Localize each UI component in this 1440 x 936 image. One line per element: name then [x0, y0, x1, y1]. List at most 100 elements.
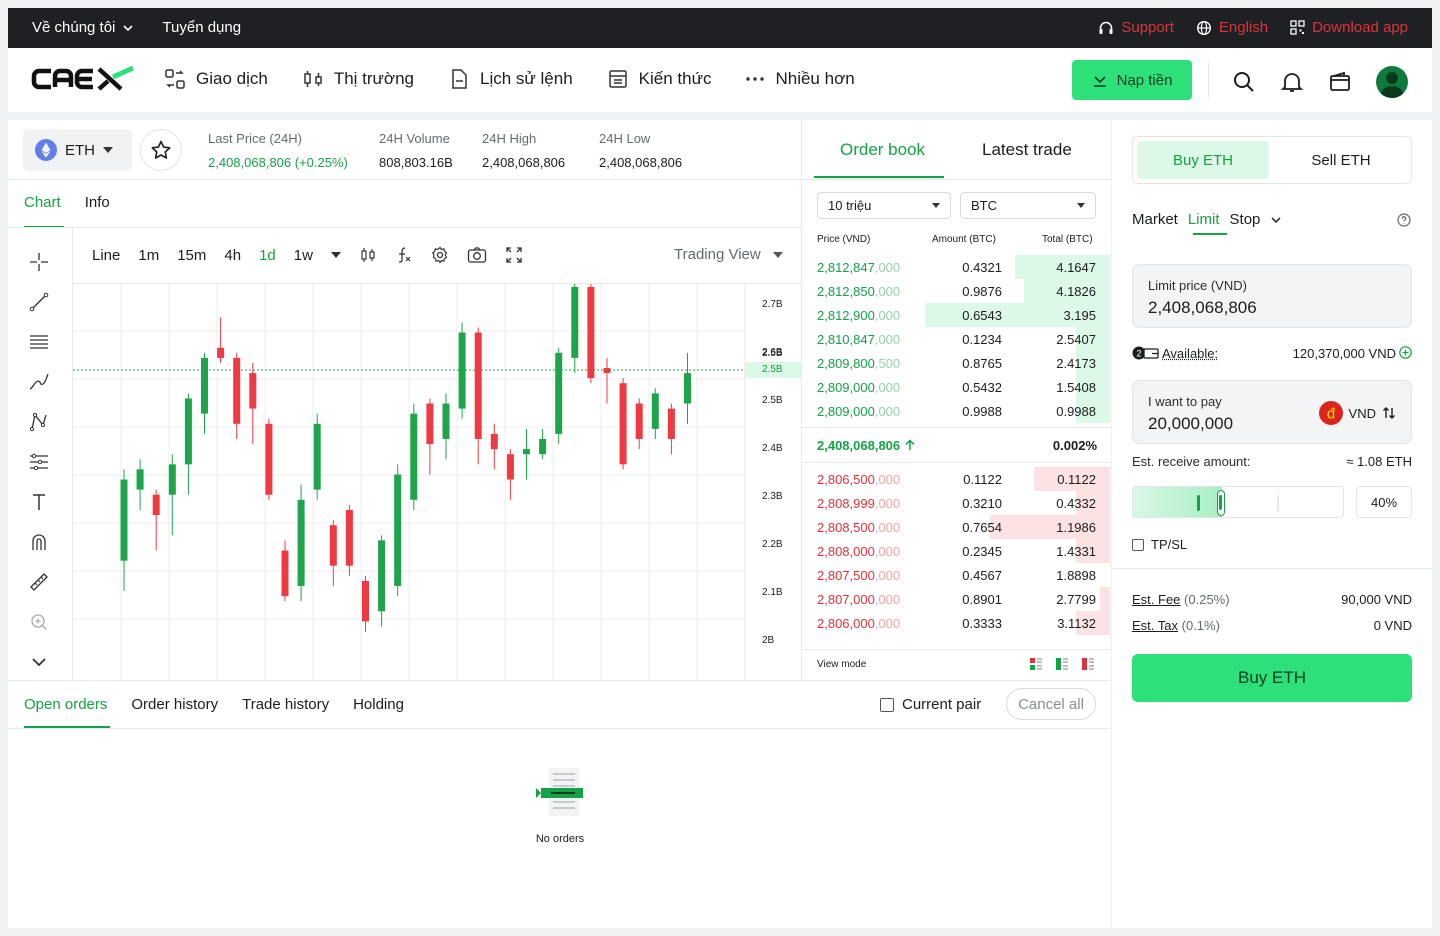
candle[interactable]	[168, 464, 176, 495]
order-book-row[interactable]: 2,809,000,000 0.5432 1.5408	[802, 375, 1110, 399]
about-menu[interactable]: Về chúng tôi	[32, 19, 134, 36]
tab-order-history[interactable]: Order history	[131, 696, 218, 713]
order-book-row[interactable]: 2,808,500,000 0.7654 1.1986	[802, 515, 1110, 539]
pair-selector[interactable]: ETH	[23, 129, 132, 171]
candle[interactable]	[619, 383, 627, 465]
text-icon[interactable]	[28, 491, 50, 513]
candle[interactable]	[329, 525, 337, 566]
order-type-stop[interactable]: Stop	[1230, 211, 1261, 228]
bell-icon[interactable]	[1280, 70, 1304, 94]
wallet-icon[interactable]	[1328, 70, 1352, 94]
caex-logo[interactable]	[31, 66, 137, 92]
view-both-icon[interactable]	[1030, 658, 1042, 670]
order-book-row[interactable]: 2,807,500,000 0.4567 1.8898	[802, 563, 1110, 587]
camera-icon[interactable]	[467, 246, 487, 264]
interval-1d[interactable]: 1d	[259, 247, 276, 264]
tpsl-checkbox[interactable]	[1132, 538, 1144, 551]
chevron-down-icon[interactable]	[28, 651, 50, 673]
crosshair-icon[interactable]	[28, 251, 50, 273]
candle[interactable]	[281, 550, 289, 597]
tab-latest-trade[interactable]: Latest trade	[982, 140, 1072, 160]
help-icon[interactable]	[1397, 213, 1411, 227]
deposit-button[interactable]: Nạp tiền	[1072, 60, 1192, 100]
tab-open-orders[interactable]: Open orders	[24, 696, 107, 713]
candle[interactable]	[684, 373, 691, 404]
brush-icon[interactable]	[28, 371, 50, 393]
careers-link[interactable]: Tuyển dụng	[162, 19, 241, 36]
quote-select[interactable]: BTC	[960, 192, 1096, 219]
favorite-button[interactable]	[140, 129, 182, 171]
settings-icon[interactable]	[431, 246, 449, 264]
candle[interactable]	[394, 474, 402, 586]
candle[interactable]	[249, 373, 257, 409]
nav-knowledge[interactable]: Kiến thức	[607, 68, 711, 90]
interval-15m[interactable]: 15m	[177, 247, 206, 264]
candle[interactable]	[362, 580, 369, 622]
language-select[interactable]: English	[1196, 19, 1268, 36]
candle[interactable]	[667, 408, 675, 439]
fullscreen-icon[interactable]	[505, 246, 523, 264]
candle[interactable]	[410, 413, 418, 500]
tab-chart[interactable]: Chart	[24, 194, 61, 211]
view-asks-icon[interactable]	[1082, 658, 1094, 670]
avatar[interactable]	[1376, 66, 1408, 98]
order-book-row[interactable]: 2,807,000,000 0.8901 2.7799	[802, 587, 1110, 611]
limit-price-field[interactable]: Limit price (VND) 2,408,068,806	[1132, 264, 1412, 328]
view-bids-icon[interactable]	[1056, 658, 1068, 670]
interval-1w[interactable]: 1w	[294, 247, 313, 264]
price-chart[interactable]	[73, 284, 801, 680]
candle[interactable]	[603, 368, 611, 374]
candle[interactable]	[651, 393, 659, 429]
buy-eth-button[interactable]: Buy ETH	[1132, 654, 1412, 702]
candle[interactable]	[378, 540, 386, 612]
candle[interactable]	[233, 357, 241, 424]
slider-handle[interactable]	[1216, 490, 1225, 516]
chevron-down-icon[interactable]	[1270, 214, 1282, 226]
tab-order-book[interactable]: Order book	[840, 140, 925, 160]
candle[interactable]	[297, 499, 305, 586]
candle[interactable]	[474, 332, 482, 439]
candle[interactable]	[490, 433, 498, 450]
candle[interactable]	[442, 403, 450, 439]
support-link[interactable]: Support	[1098, 19, 1174, 36]
add-funds-icon[interactable]	[1399, 346, 1412, 359]
trading-view-select[interactable]: Trading View	[674, 246, 783, 263]
percent-input[interactable]: 40%	[1356, 486, 1412, 518]
zoom-in-icon[interactable]	[28, 611, 50, 633]
candle[interactable]	[313, 423, 321, 490]
current-pair-checkbox[interactable]	[880, 697, 894, 712]
tpsl-toggle[interactable]: TP/SL	[1132, 537, 1187, 552]
candle[interactable]	[571, 286, 579, 358]
candle[interactable]	[345, 509, 353, 566]
search-icon[interactable]	[1232, 70, 1256, 94]
candle-type-icon[interactable]	[359, 246, 377, 264]
download-app-link[interactable]: Download app	[1290, 19, 1408, 36]
candle[interactable]	[555, 352, 563, 434]
magnet-icon[interactable]	[28, 531, 50, 553]
caret-down-icon[interactable]	[330, 252, 341, 258]
candle[interactable]	[217, 347, 225, 358]
tab-info[interactable]: Info	[85, 194, 110, 211]
interval-1m[interactable]: 1m	[138, 247, 159, 264]
candle[interactable]	[523, 449, 530, 455]
sell-tab[interactable]: Sell ETH	[1275, 141, 1407, 179]
candle[interactable]	[184, 398, 192, 465]
candle[interactable]	[152, 494, 160, 516]
cancel-all-button[interactable]: Cancel all	[1006, 688, 1096, 720]
candle[interactable]	[201, 357, 208, 414]
order-book-row[interactable]: 2,810,847,000 0.1234 2.5407	[802, 327, 1110, 351]
pay-value[interactable]: 20,000,000	[1148, 414, 1233, 434]
buy-tab[interactable]: Buy ETH	[1137, 141, 1269, 179]
amount-slider[interactable]	[1132, 486, 1344, 518]
nav-market[interactable]: Thị trường	[302, 68, 414, 90]
order-book-row[interactable]: 2,812,900,000 0.6543 3.195	[802, 303, 1110, 327]
order-book-row[interactable]: 2,809,000,000 0.9988 0.9988	[802, 399, 1110, 423]
interval-line[interactable]: Line	[92, 247, 120, 264]
candle[interactable]	[635, 403, 643, 439]
order-book-row[interactable]: 2,808,000,000 0.2345 1.4331	[802, 539, 1110, 563]
fib-lines-icon[interactable]	[28, 331, 50, 353]
indicators-icon[interactable]	[395, 246, 413, 264]
nav-trade[interactable]: Giao dịch	[164, 68, 268, 90]
tab-trade-history[interactable]: Trade history	[242, 696, 329, 713]
order-book-row[interactable]: 2,808,999,000 0.3210 0.4332	[802, 491, 1110, 515]
